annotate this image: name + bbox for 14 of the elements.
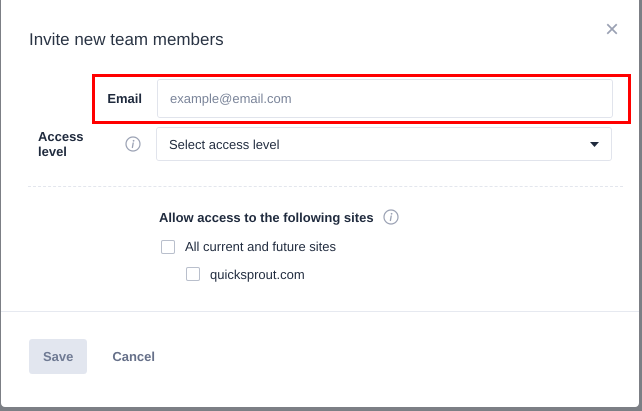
checkbox-label[interactable]: quicksprout.com xyxy=(210,266,305,282)
checkbox[interactable] xyxy=(161,240,175,254)
field-label: Email xyxy=(107,91,142,106)
info-icon xyxy=(125,136,141,152)
caret-icon xyxy=(590,142,599,146)
info-icon xyxy=(382,209,399,225)
access-level-dropdown[interactable]: Select access level xyxy=(156,127,612,161)
section-heading: Allow access to the following sites xyxy=(159,210,374,224)
dialog-title: Invite new team members xyxy=(29,30,224,51)
checkbox[interactable] xyxy=(186,267,200,281)
checkbox-label[interactable]: All current and future sites xyxy=(185,239,336,254)
field-label: Access level xyxy=(38,129,85,159)
cancel-button[interactable]: Cancel xyxy=(112,339,156,374)
email-field[interactable]: example@email.com xyxy=(157,79,613,118)
